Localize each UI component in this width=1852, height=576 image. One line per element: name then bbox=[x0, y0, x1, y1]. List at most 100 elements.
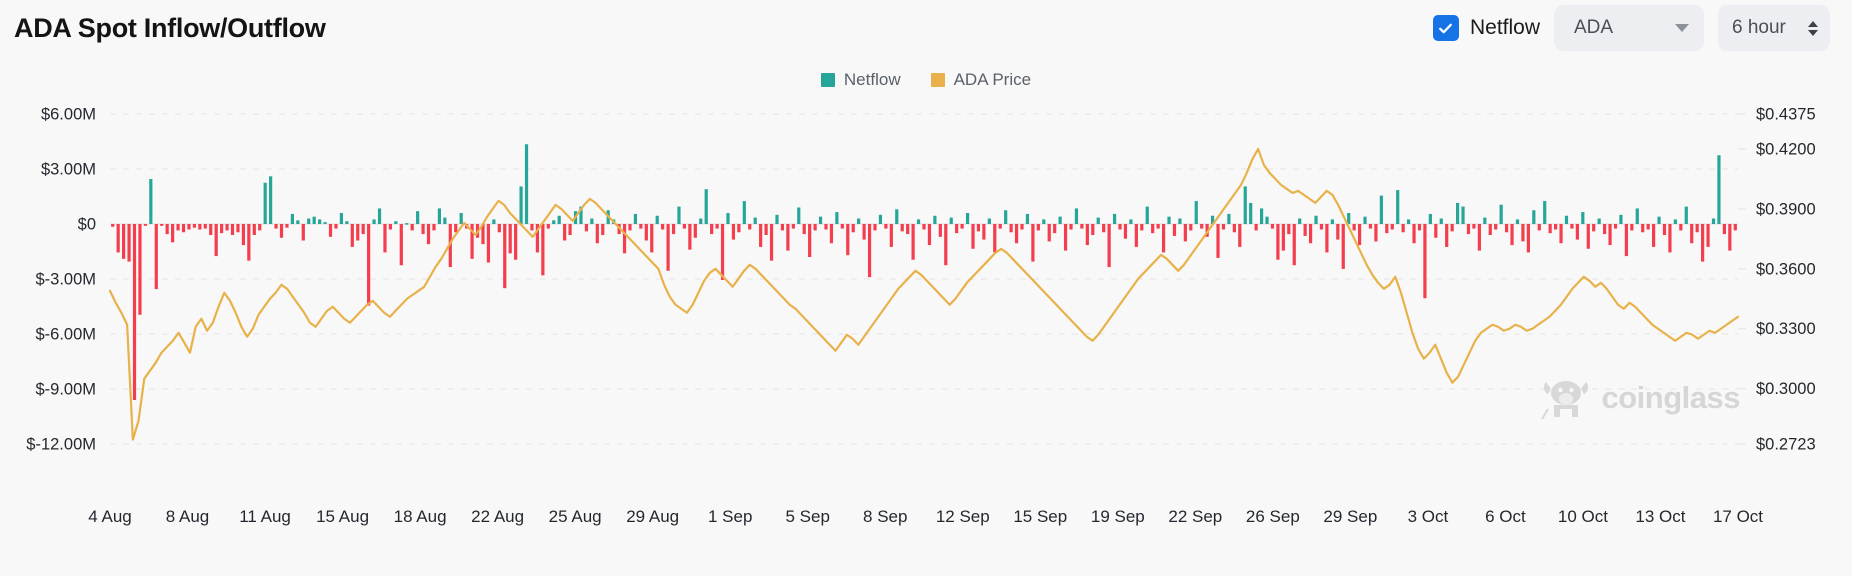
netflow-bar[interactable] bbox=[1614, 224, 1617, 229]
netflow-bar[interactable] bbox=[933, 216, 936, 224]
netflow-bar[interactable] bbox=[1532, 210, 1535, 224]
netflow-bar[interactable] bbox=[1227, 214, 1230, 224]
netflow-bar[interactable] bbox=[302, 224, 305, 241]
netflow-bar[interactable] bbox=[296, 220, 299, 224]
netflow-bar[interactable] bbox=[1581, 212, 1584, 224]
netflow-bar[interactable] bbox=[1216, 224, 1219, 258]
netflow-bar[interactable] bbox=[111, 224, 114, 227]
netflow-bar[interactable] bbox=[879, 215, 882, 224]
netflow-bar[interactable] bbox=[1717, 155, 1720, 224]
netflow-bar[interactable] bbox=[1015, 224, 1018, 243]
netflow-bar[interactable] bbox=[754, 218, 757, 224]
netflow-bar[interactable] bbox=[1543, 201, 1546, 224]
netflow-bar[interactable] bbox=[1108, 224, 1111, 267]
netflow-bar[interactable] bbox=[274, 224, 277, 229]
netflow-bar[interactable] bbox=[672, 224, 675, 234]
netflow-bar[interactable] bbox=[721, 224, 724, 280]
netflow-bar[interactable] bbox=[1538, 224, 1541, 230]
netflow-bar[interactable] bbox=[1244, 186, 1247, 224]
netflow-bar[interactable] bbox=[1287, 224, 1290, 234]
netflow-bar[interactable] bbox=[950, 218, 953, 224]
netflow-bar[interactable] bbox=[1429, 214, 1432, 224]
netflow-bar[interactable] bbox=[1010, 224, 1013, 232]
netflow-bar[interactable] bbox=[677, 207, 680, 224]
netflow-bar[interactable] bbox=[906, 224, 909, 234]
netflow-bar[interactable] bbox=[890, 224, 893, 247]
netflow-bar[interactable] bbox=[1173, 224, 1176, 236]
netflow-bar[interactable] bbox=[748, 224, 751, 230]
ada-price-line[interactable] bbox=[110, 149, 1738, 440]
netflow-bar[interactable] bbox=[1434, 224, 1437, 238]
netflow-bar[interactable] bbox=[824, 224, 827, 230]
netflow-bar[interactable] bbox=[253, 224, 256, 235]
netflow-bar[interactable] bbox=[792, 224, 795, 229]
netflow-bar[interactable] bbox=[498, 224, 501, 232]
netflow-bar[interactable] bbox=[1336, 224, 1339, 240]
netflow-bar[interactable] bbox=[1663, 224, 1666, 235]
netflow-bar[interactable] bbox=[1712, 219, 1715, 225]
netflow-bar[interactable] bbox=[1020, 224, 1023, 230]
netflow-bar[interactable] bbox=[1668, 224, 1671, 252]
netflow-bar[interactable] bbox=[1608, 224, 1611, 245]
netflow-bar[interactable] bbox=[863, 224, 866, 240]
netflow-bar[interactable] bbox=[1129, 219, 1132, 224]
netflow-bar[interactable] bbox=[808, 224, 811, 257]
netflow-bar[interactable] bbox=[846, 224, 849, 255]
netflow-bar[interactable] bbox=[1478, 224, 1481, 251]
netflow-bar[interactable] bbox=[1652, 224, 1655, 247]
netflow-bar[interactable] bbox=[1396, 190, 1399, 224]
netflow-bar[interactable] bbox=[884, 224, 887, 229]
netflow-bar[interactable] bbox=[1146, 207, 1149, 224]
netflow-bar[interactable] bbox=[1456, 203, 1459, 224]
netflow-bar[interactable] bbox=[1391, 224, 1394, 230]
netflow-bar[interactable] bbox=[1489, 224, 1492, 235]
netflow-bar[interactable] bbox=[770, 224, 773, 261]
netflow-bar[interactable] bbox=[247, 224, 250, 261]
netflow-bar[interactable] bbox=[715, 224, 718, 229]
netflow-bar[interactable] bbox=[596, 224, 599, 243]
netflow-bar[interactable] bbox=[269, 176, 272, 224]
netflow-bar[interactable] bbox=[427, 224, 430, 244]
netflow-bar[interactable] bbox=[1320, 224, 1323, 230]
netflow-bar[interactable] bbox=[1374, 224, 1377, 241]
netflow-bar[interactable] bbox=[917, 219, 920, 224]
netflow-bar[interactable] bbox=[225, 224, 228, 230]
stepper-icon[interactable] bbox=[1808, 21, 1818, 36]
netflow-bar[interactable] bbox=[155, 224, 158, 289]
netflow-bar[interactable] bbox=[1685, 207, 1688, 224]
netflow-bar[interactable] bbox=[666, 224, 669, 271]
netflow-bar[interactable] bbox=[1679, 224, 1682, 230]
netflow-bar[interactable] bbox=[1314, 216, 1317, 224]
netflow-bar[interactable] bbox=[623, 224, 626, 253]
netflow-bar[interactable] bbox=[209, 224, 212, 235]
netflow-bar[interactable] bbox=[1293, 224, 1296, 265]
netflow-bar[interactable] bbox=[160, 224, 163, 226]
netflow-bar[interactable] bbox=[955, 224, 958, 233]
netflow-bar[interactable] bbox=[645, 224, 648, 241]
netflow-bar[interactable] bbox=[1440, 219, 1443, 225]
netflow-bar[interactable] bbox=[797, 208, 800, 225]
netflow-bar[interactable] bbox=[1140, 224, 1143, 230]
netflow-bar[interactable] bbox=[443, 218, 446, 224]
netflow-bar[interactable] bbox=[590, 219, 593, 225]
netflow-bar[interactable] bbox=[340, 213, 343, 224]
netflow-bar[interactable] bbox=[1260, 208, 1263, 224]
netflow-bar[interactable] bbox=[1647, 224, 1650, 230]
netflow-bar[interactable] bbox=[977, 224, 980, 231]
netflow-bar[interactable] bbox=[383, 224, 386, 252]
netflow-bar[interactable] bbox=[999, 224, 1002, 229]
netflow-bar[interactable] bbox=[1184, 224, 1187, 241]
netflow-bar[interactable] bbox=[204, 224, 207, 229]
netflow-bar[interactable] bbox=[1238, 224, 1241, 247]
netflow-bar[interactable] bbox=[1157, 224, 1160, 229]
netflow-bar[interactable] bbox=[1636, 208, 1639, 224]
netflow-bar[interactable] bbox=[1369, 224, 1372, 229]
netflow-bar[interactable] bbox=[988, 219, 991, 225]
netflow-bar[interactable] bbox=[639, 224, 642, 229]
netflow-bar[interactable] bbox=[1026, 214, 1029, 224]
netflow-bar[interactable] bbox=[803, 224, 806, 234]
netflow-bar[interactable] bbox=[171, 224, 174, 242]
netflow-bar[interactable] bbox=[688, 224, 691, 250]
netflow-bar[interactable] bbox=[1510, 224, 1513, 245]
netflow-bar[interactable] bbox=[1423, 224, 1426, 298]
